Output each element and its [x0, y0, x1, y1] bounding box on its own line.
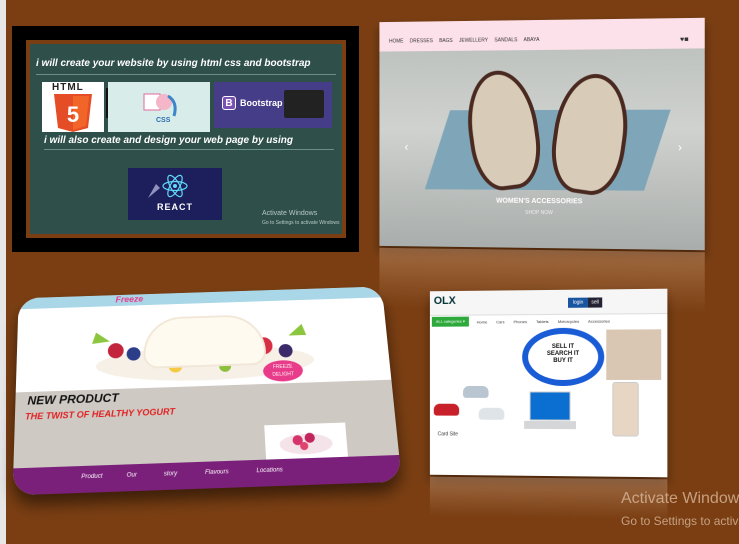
nav-link[interactable]: DRESSES	[410, 38, 433, 44]
olx-logo[interactable]: OLX	[434, 295, 456, 307]
laptop-icon	[524, 388, 577, 430]
olx-website-panel[interactable]: OLX login sell ALL categories ▾ Home Car…	[429, 288, 668, 520]
footer-link[interactable]: story	[164, 471, 178, 478]
nav-link[interactable]: ABAYA	[524, 37, 540, 43]
category-link[interactable]: Cars	[496, 319, 504, 324]
cars-image	[433, 385, 512, 436]
people-photo	[606, 329, 662, 380]
category-link[interactable]: Motorcycles	[558, 319, 579, 324]
nav-link[interactable]: HOME	[389, 39, 403, 45]
bootstrap-label: Bootstrap	[240, 98, 283, 108]
html5-number: 5	[67, 102, 79, 127]
shoe-box	[424, 109, 671, 191]
yogurt-brand: Freeze	[115, 294, 144, 305]
new-product-heading: NEW PRODUCT	[27, 390, 119, 408]
react-atom-icon	[148, 174, 188, 198]
gig-subline: i will also create and design your web p…	[44, 135, 334, 150]
carousel-next-icon[interactable]: ›	[678, 140, 682, 154]
shop-website-panel[interactable]: HOME DRESSES BAGS JEWELLERY SANDALS ABAY…	[379, 17, 705, 314]
yogurt-footer-nav: Product Our story Flavours Locations	[12, 454, 402, 496]
nav-link[interactable]: JEWELLERY	[459, 38, 488, 44]
html-css-gig-panel[interactable]: i will create your website by using html…	[12, 26, 359, 252]
css-icon: CSS	[143, 93, 177, 124]
sell-search-buy-banner: SELL IT SEARCH IT BUY IT	[522, 327, 605, 387]
panel-watermark-title: Activate Windows	[262, 210, 318, 217]
monitor-icon	[284, 90, 324, 118]
shop-navbar	[379, 17, 705, 52]
footer-link[interactable]: Locations	[256, 467, 283, 474]
nav-link[interactable]: BAGS	[439, 38, 453, 44]
react-label: REACT	[157, 202, 193, 212]
sell-button[interactable]: sell	[588, 297, 603, 308]
activate-windows-sub: Go to Settings to activate	[621, 514, 739, 528]
carousel-prev-icon[interactable]: ‹	[404, 140, 408, 154]
footer-link[interactable]: Our	[127, 472, 137, 479]
car-icon	[463, 385, 489, 398]
yogurt-tagline: THE TWIST OF HEALTHY YOGURT	[24, 406, 176, 422]
gig-headline: i will create your website by using html…	[36, 58, 336, 75]
car-icon	[433, 403, 460, 416]
footer-link[interactable]: Flavours	[205, 469, 229, 476]
login-button[interactable]: login	[568, 297, 589, 308]
css-illustration: CSS	[108, 82, 210, 132]
cart-icon[interactable]: ♥■	[680, 36, 689, 43]
react-banner: REACT	[128, 168, 222, 220]
bootstrap-banner: B Bootstrap	[214, 82, 332, 128]
category-link[interactable]: Phones	[514, 319, 527, 324]
yogurt-cream	[144, 315, 265, 367]
category-link[interactable]: Accessories	[588, 319, 610, 324]
nav-link[interactable]: SANDALS	[494, 37, 517, 43]
html5-logo: HTML 5	[42, 82, 108, 132]
laptop-image	[524, 388, 577, 436]
category-link[interactable]: Tablets	[536, 319, 549, 324]
footer-link[interactable]: Product	[81, 474, 102, 481]
category-link[interactable]: Home	[477, 319, 487, 324]
activate-windows-title: Activate Windows	[621, 490, 739, 507]
bootstrap-logo-icon: B	[222, 96, 236, 110]
buy-line: BUY IT	[553, 357, 573, 364]
all-categories-button[interactable]: ALL categories ▾	[431, 316, 469, 327]
panel-watermark-sub: Go to Settings to activate Windows	[262, 220, 340, 226]
olx-header	[429, 288, 668, 316]
olx-category-links: Home Cars Phones Tablets Motorcycles Acc…	[477, 319, 610, 325]
css-label: CSS	[156, 117, 171, 124]
yogurt-website-panel[interactable]: Freeze FREEZE DELIGHT NEW PRODUCT THE TW…	[12, 286, 402, 496]
left-edge-strip	[0, 0, 6, 544]
car-icon	[478, 407, 505, 420]
html5-label: HTML	[52, 82, 84, 93]
smartphone-image	[612, 381, 639, 437]
car-site-label: Card Site	[437, 431, 458, 438]
